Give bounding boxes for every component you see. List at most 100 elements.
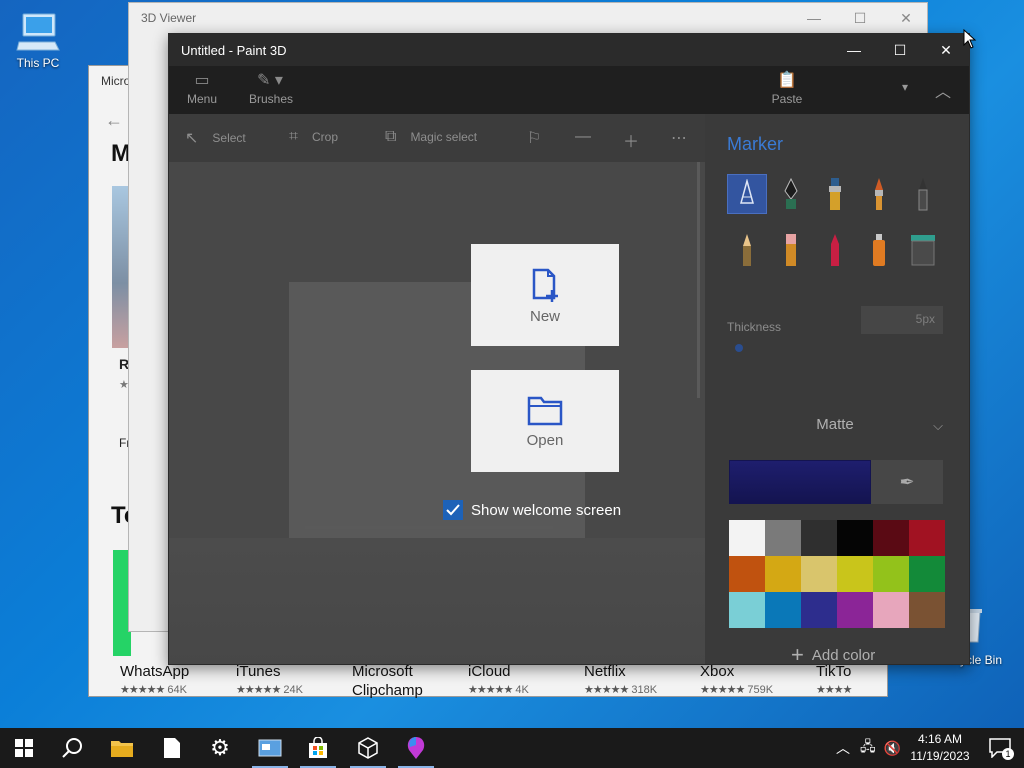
crayon-brush[interactable]: [815, 230, 855, 270]
color-swatch[interactable]: [909, 520, 945, 556]
add-color-button[interactable]: + Add color: [791, 644, 875, 665]
paint3d-window[interactable]: Untitled - Paint 3D — ☐ ✕ ▭ Menu ✎ ▾ Bru…: [168, 33, 970, 665]
taskbar-paint3d[interactable]: [392, 728, 440, 768]
minimize-button[interactable]: —: [791, 3, 837, 33]
paste-button[interactable]: 📋 Paste: [771, 70, 803, 106]
back-arrow-icon[interactable]: ←: [105, 110, 123, 131]
start-button[interactable]: [0, 728, 48, 768]
color-swatch[interactable]: [909, 556, 945, 592]
zoom-in-button[interactable]: ＋: [623, 128, 639, 152]
more-options-button[interactable]: ⋯: [671, 128, 687, 148]
maximize-button[interactable]: ☐: [837, 3, 883, 33]
maximize-button[interactable]: ☐: [877, 34, 923, 66]
taskbar-file-explorer[interactable]: [98, 728, 146, 768]
taskbar-3d-viewer[interactable]: [344, 728, 392, 768]
color-swatch[interactable]: [801, 592, 837, 628]
panel-title: Marker: [727, 134, 784, 154]
taskbar-control-panel[interactable]: [246, 728, 294, 768]
pixel-pen-brush[interactable]: [903, 174, 943, 214]
notification-count: 1: [1002, 748, 1014, 760]
app-card[interactable]: Netflix ★★★★★ 318K: [584, 662, 696, 696]
app-card[interactable]: iCloud ★★★★★ 4K: [468, 662, 580, 696]
app-card[interactable]: TikTo ★★★★: [816, 662, 872, 696]
fill-bucket-brush[interactable]: [903, 230, 943, 270]
finish-dropdown[interactable]: Matte ⌵: [727, 416, 943, 440]
search-icon: [62, 738, 82, 758]
color-swatch[interactable]: [873, 556, 909, 592]
color-swatch[interactable]: [801, 520, 837, 556]
taskbar-settings[interactable]: ⚙: [196, 728, 244, 768]
color-swatch[interactable]: [765, 520, 801, 556]
color-swatch[interactable]: [873, 592, 909, 628]
show-welcome-checkbox[interactable]: Show welcome screen: [443, 500, 621, 520]
thickness-input[interactable]: 5px: [861, 306, 943, 334]
color-swatch[interactable]: [909, 592, 945, 628]
hero-image[interactable]: [112, 186, 128, 348]
folder-icon: [527, 396, 563, 426]
chevron-up-icon[interactable]: ︿: [836, 738, 850, 758]
color-swatch[interactable]: [873, 520, 909, 556]
more-dropdown-button[interactable]: ▾: [895, 80, 915, 94]
new-file-icon: [532, 268, 558, 302]
brushes-tab[interactable]: ✎ ▾ Brushes: [249, 70, 293, 106]
thickness-slider-handle[interactable]: [735, 344, 743, 352]
watercolor-brush[interactable]: [859, 174, 899, 214]
marker-brush[interactable]: [727, 174, 767, 214]
magic-select-tool[interactable]: ⧉ Magic select: [385, 128, 477, 146]
color-swatch[interactable]: [729, 556, 765, 592]
eraser-brush[interactable]: [771, 230, 811, 270]
calligraphy-pen-brush[interactable]: [771, 174, 811, 214]
open-button[interactable]: Open: [471, 370, 619, 472]
search-button[interactable]: [48, 728, 96, 768]
menu-button[interactable]: ▭ Menu: [187, 70, 217, 106]
current-color-swatch[interactable]: [729, 460, 871, 504]
clock-date: 11/19/2023: [910, 749, 970, 763]
app-card[interactable]: WhatsApp ★★★★★ 64K: [120, 662, 232, 696]
color-swatch[interactable]: [837, 520, 873, 556]
window-title: Untitled - Paint 3D: [181, 43, 287, 58]
new-button[interactable]: New: [471, 244, 619, 346]
vertical-scrollbar[interactable]: [697, 162, 700, 398]
desktop-icon-this-pc[interactable]: This PC: [6, 10, 70, 70]
paste-icon: 📋: [777, 72, 797, 89]
color-swatch[interactable]: [801, 556, 837, 592]
taskbar-store[interactable]: [294, 728, 342, 768]
oil-brush[interactable]: [815, 174, 855, 214]
top-apps-list: WhatsApp ★★★★★ 64K iTunes ★★★★★ 24K Micr…: [113, 662, 873, 700]
eyedropper-button[interactable]: ✒: [871, 460, 943, 504]
horizontal-scrollbar[interactable]: [305, 526, 553, 529]
ellipsis-icon: ⋯: [671, 130, 687, 147]
taskbar-notepad[interactable]: [148, 728, 196, 768]
paint3d-titlebar[interactable]: Untitled - Paint 3D — ☐ ✕: [169, 34, 969, 66]
cursor-icon: ↖: [185, 130, 199, 147]
collapse-ribbon-button[interactable]: ︿: [933, 78, 953, 102]
checkbox-checked[interactable]: [443, 500, 463, 520]
canvas-area[interactable]: [169, 162, 705, 664]
minimize-button[interactable]: —: [831, 34, 877, 66]
fill-bucket-icon: [911, 235, 935, 266]
app-card[interactable]: iTunes ★★★★★ 24K: [236, 662, 348, 696]
spray-can-brush[interactable]: [859, 230, 899, 270]
app-card[interactable]: Microsoft Clipchamp: [352, 662, 452, 700]
flip-tool[interactable]: ⚐: [527, 128, 541, 148]
clock[interactable]: 4:16 AM 11/19/2023: [902, 731, 978, 765]
crop-tool[interactable]: ⌗ Crop: [289, 128, 338, 146]
app-name: Microsoft Clipchamp: [352, 663, 423, 699]
select-tool[interactable]: ↖ Select: [185, 128, 246, 148]
notification-center-button[interactable]: 1: [976, 728, 1024, 768]
control-panel-icon: [258, 739, 282, 757]
color-swatch[interactable]: [837, 556, 873, 592]
app-card[interactable]: Xbox ★★★★★ 759K: [700, 662, 812, 696]
zoom-out-button[interactable]: —: [575, 128, 591, 146]
color-swatch[interactable]: [765, 556, 801, 592]
calligraphy-pen-icon: [784, 177, 798, 209]
color-swatch[interactable]: [729, 520, 765, 556]
color-swatch[interactable]: [729, 592, 765, 628]
color-swatch[interactable]: [765, 592, 801, 628]
this-pc-label: This PC: [16, 56, 60, 70]
network-icon[interactable]: 🖧: [860, 736, 876, 760]
close-button[interactable]: ✕: [883, 3, 929, 33]
pencil-brush[interactable]: [727, 230, 767, 270]
volume-muted-icon[interactable]: 🔇: [884, 740, 901, 757]
color-swatch[interactable]: [837, 592, 873, 628]
